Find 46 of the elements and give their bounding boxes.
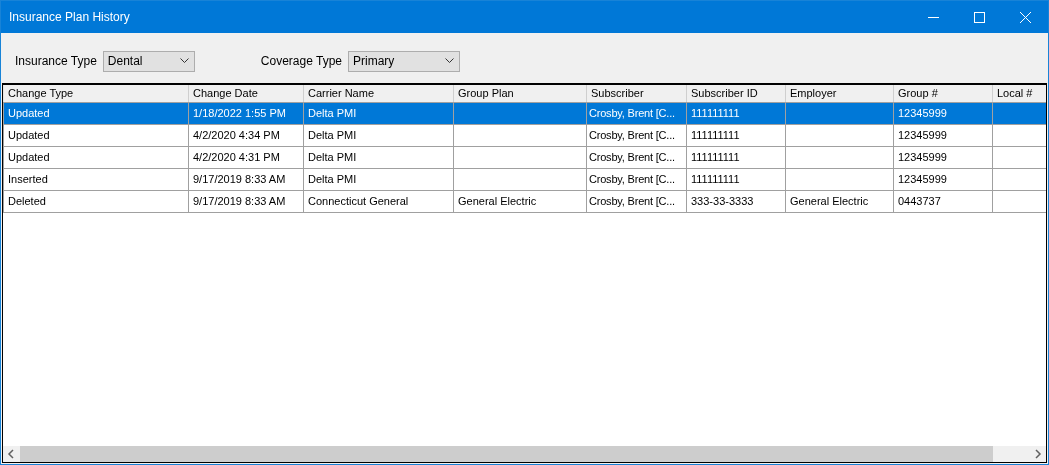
table-cell: Connecticut General [303,190,454,212]
table-cell: 111111111 [686,124,786,146]
table-cell: Crosby, Brent [C... [586,190,687,212]
table-cell: General Electric [785,190,894,212]
table-cell: 9/17/2019 8:33 AM [188,190,304,212]
table-cell: 111111111 [686,146,786,168]
table-cell: Delta PMI [303,102,454,124]
column-header[interactable]: Change Type [3,85,189,102]
window-title: Insurance Plan History [8,10,131,24]
column-header[interactable]: Change Date [188,85,304,102]
table-cell: 12345999 [893,124,993,146]
column-header[interactable]: Group Plan [453,85,587,102]
table-cell: 9/17/2019 8:33 AM [188,168,304,190]
table-cell[interactable]: Updated [3,124,189,146]
table-cell: 111111111 [686,168,786,190]
table-cell: Crosby, Brent [C... [586,146,687,168]
column-header[interactable]: Subscriber ID [686,85,786,102]
field-label: Coverage Type [260,54,342,68]
table-cell: 12345999 [893,146,993,168]
dropdown[interactable]: Dental [102,50,195,72]
table-cell: Delta PMI [303,146,454,168]
table-cell: Crosby, Brent [C... [586,168,687,190]
table-cell: Delta PMI [303,124,454,146]
table-cell[interactable]: Updated [3,146,189,168]
table-cell: 333-33-3333 [686,190,786,212]
column-header[interactable]: Local # [992,85,1046,102]
table-cell[interactable]: Deleted [3,190,189,212]
field-label: Insurance Type [15,54,97,68]
table-cell: 4/2/2020 4:34 PM [188,124,304,146]
table-cell: Delta PMI [303,168,454,190]
column-header[interactable]: Group # [893,85,993,102]
table-cell: 4/2/2020 4:31 PM [188,146,304,168]
table-cell[interactable]: Inserted [3,168,189,190]
chevron-down-icon [445,58,454,64]
table-cell: Crosby, Brent [C... [586,124,687,146]
column-header[interactable]: Carrier Name [303,85,454,102]
selected-row-cell[interactable]: Updated [3,102,189,124]
column-header[interactable]: Subscriber [586,85,687,102]
chevron-down-icon [179,58,189,64]
table-cell: General Electric [453,190,587,212]
table-cell: 12345999 [893,168,993,190]
close-icon [1019,11,1031,23]
maximize-icon [973,11,985,23]
table-cell: 0443737 [893,190,993,212]
column-header[interactable]: Employer [785,85,894,102]
dropdown[interactable]: Primary [348,50,460,72]
